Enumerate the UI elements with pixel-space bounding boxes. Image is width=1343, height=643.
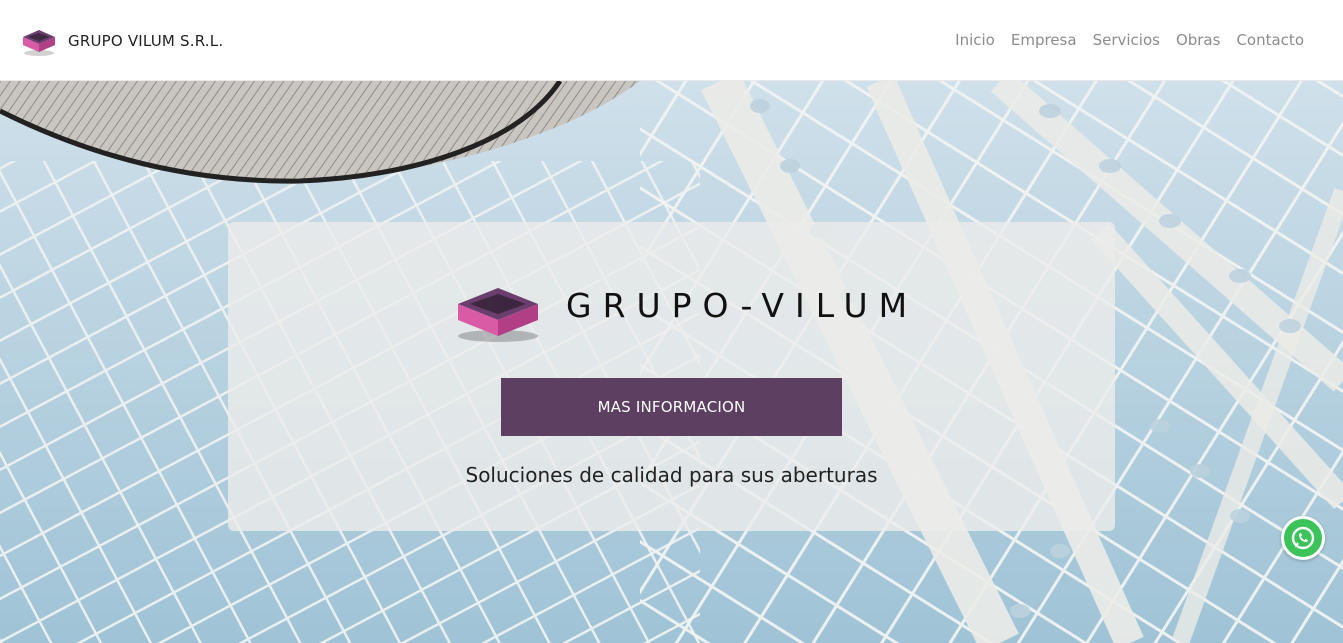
more-info-button[interactable]: MAS INFORMACION xyxy=(501,378,842,436)
nav-inicio[interactable]: Inicio xyxy=(955,31,995,49)
nav-obras[interactable]: Obras xyxy=(1176,31,1221,49)
main-nav: Inicio Empresa Servicios Obras Contacto xyxy=(955,31,1304,49)
whatsapp-icon xyxy=(1291,526,1315,550)
hero-section: GRUPO-VILUM MAS INFORMACION Soluciones d… xyxy=(0,81,1343,643)
hero-tagline: Soluciones de calidad para sus aberturas xyxy=(465,463,878,487)
brand[interactable]: GRUPO VILUM S.R.L. xyxy=(20,25,223,57)
hero-panel: GRUPO-VILUM MAS INFORMACION Soluciones d… xyxy=(228,222,1115,531)
nav-contacto[interactable]: Contacto xyxy=(1236,31,1304,49)
whatsapp-button[interactable] xyxy=(1281,516,1325,560)
nav-empresa[interactable]: Empresa xyxy=(1011,31,1077,49)
brand-name: GRUPO VILUM S.R.L. xyxy=(68,32,224,50)
hero-title: GRUPO-VILUM xyxy=(566,286,919,325)
nav-servicios[interactable]: Servicios xyxy=(1093,31,1160,49)
box-logo-icon xyxy=(458,288,538,342)
box-logo-icon xyxy=(23,30,55,56)
site-header: GRUPO VILUM S.R.L. Inicio Empresa Servic… xyxy=(0,0,1343,81)
